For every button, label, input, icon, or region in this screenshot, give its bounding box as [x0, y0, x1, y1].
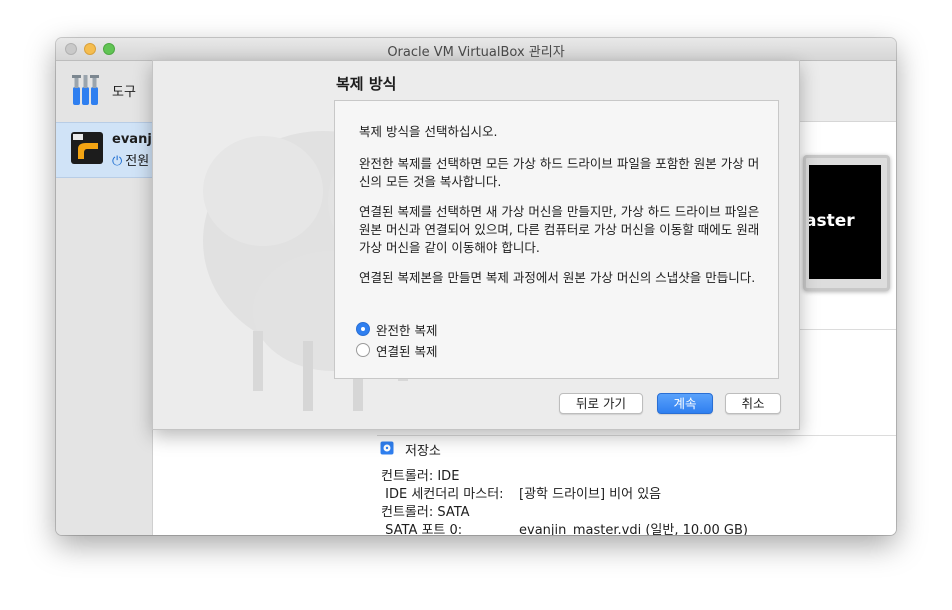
vm-list-item[interactable]: evanjin_master ⏻전원 꺼짐	[56, 122, 223, 178]
vm-preview: aster	[803, 155, 890, 291]
storage-icon	[380, 441, 394, 455]
full-clone-radio[interactable]	[356, 322, 370, 336]
continue-button[interactable]: 계속	[657, 393, 713, 414]
dialog-content-box: 복제 방식을 선택하십시오. 완전한 복제를 선택하면 모든 가상 하드 드라이…	[334, 100, 779, 379]
tools-label: 도구	[112, 85, 136, 100]
storage-row: 컨트롤러: IDE	[381, 465, 459, 484]
storage-row-value: [광학 드라이브] 비어 있음	[519, 487, 662, 502]
cancel-button[interactable]: 취소	[725, 393, 781, 414]
storage-row: SATA 포트 0: evanjin_master.vdi (일반, 10.00 …	[381, 519, 748, 535]
tools-icon	[72, 75, 99, 105]
title-bar[interactable]: Oracle VM VirtualBox 관리자	[56, 38, 896, 61]
window-title: Oracle VM VirtualBox 관리자	[387, 45, 565, 60]
linked-clone-option[interactable]: 연결된 복제	[356, 341, 437, 359]
dialog-paragraph: 연결된 복제를 선택하면 새 가상 머신을 만들지만, 가상 하드 드라이브 파…	[359, 204, 760, 255]
power-off-icon: ⏻	[112, 154, 123, 169]
full-clone-option[interactable]: 완전한 복제	[356, 320, 437, 338]
dialog-paragraph: 연결된 복제본을 만들면 복제 과정에서 원본 가상 머신의 스냅샷을 만듭니다…	[359, 270, 756, 285]
dialog-paragraph: 복제 방식을 선택하십시오.	[359, 124, 498, 139]
linked-clone-radio[interactable]	[356, 343, 370, 357]
storage-row-value: evanjin_master.vdi (일반, 10.00 GB)	[519, 523, 749, 535]
storage-row-label: IDE 세컨더리 마스터:	[381, 487, 504, 502]
full-clone-label: 완전한 복제	[376, 322, 438, 338]
storage-row-label: 컨트롤러: IDE	[381, 469, 460, 484]
linked-clone-label: 연결된 복제	[376, 343, 438, 359]
clone-type-dialog: 복제 방식 복제 방식을 선택하십시오. 완전한 복제를 선택하면 모든 가상 …	[152, 60, 800, 430]
vm-preview-screen: aster	[809, 165, 881, 279]
storage-row-label: 컨트롤러: SATA	[381, 505, 470, 520]
storage-row-label: SATA 포트 0:	[381, 523, 463, 535]
storage-row: 컨트롤러: SATA	[381, 501, 470, 520]
back-button[interactable]: 뒤로 가기	[559, 393, 643, 414]
vm-os-icon	[71, 132, 103, 164]
storage-section-header[interactable]: 저장소	[377, 435, 896, 462]
storage-title: 저장소	[405, 444, 441, 459]
storage-row: IDE 세컨더리 마스터: [광학 드라이브] 비어 있음	[381, 483, 661, 502]
dialog-paragraph: 완전한 복제를 선택하면 모든 가상 하드 드라이브 파일을 포함한 원본 가상…	[359, 156, 760, 189]
sidebar: 도구 evanjin_master ⏻전원 꺼짐	[56, 61, 223, 535]
dialog-title: 복제 방식	[336, 75, 397, 93]
vm-preview-text: aster	[809, 211, 855, 231]
sidebar-item-tools[interactable]: 도구	[56, 61, 152, 121]
